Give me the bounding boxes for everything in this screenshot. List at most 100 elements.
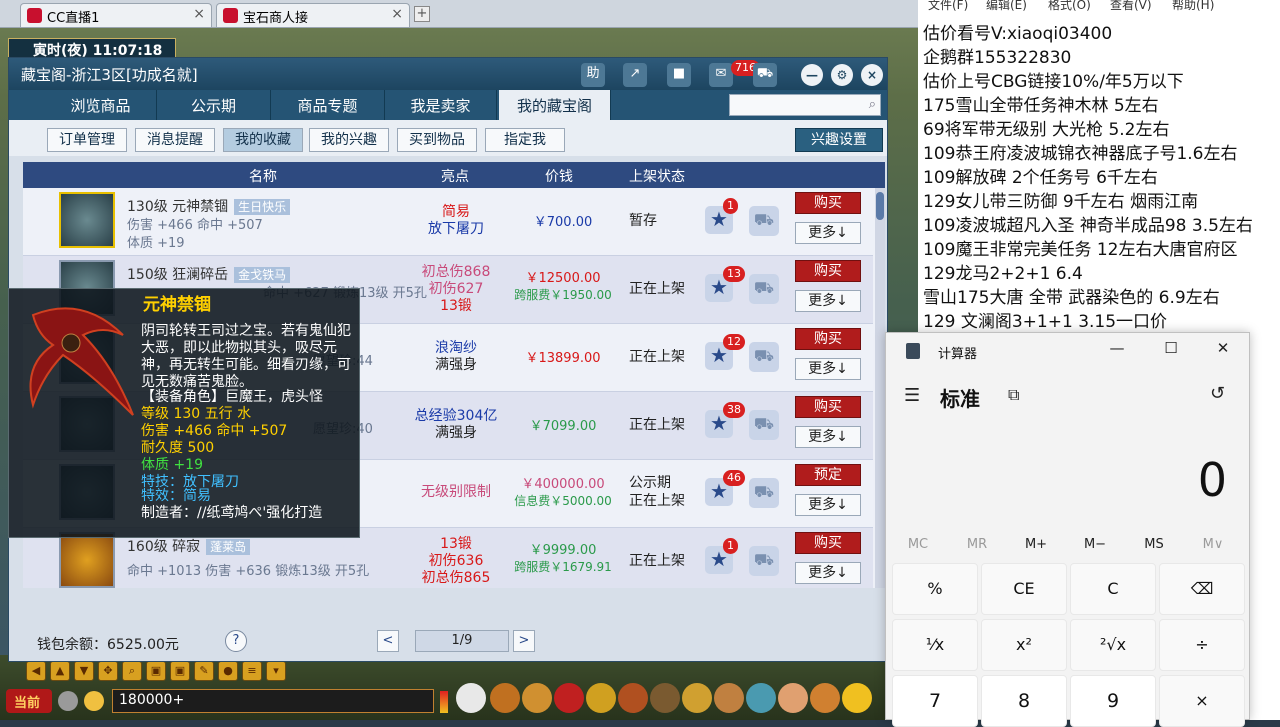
item-icon[interactable] bbox=[554, 683, 584, 713]
percent-button[interactable]: % bbox=[892, 563, 978, 615]
search-input[interactable]: ⌕ bbox=[729, 94, 881, 116]
more-button[interactable]: 更多↓ bbox=[795, 426, 861, 448]
memory-recall-button[interactable]: MR bbox=[952, 537, 1002, 552]
item-icon[interactable] bbox=[650, 683, 680, 713]
subtab-messages[interactable]: 消息提醒 bbox=[135, 128, 215, 152]
subtab-interests[interactable]: 我的兴趣 bbox=[309, 128, 389, 152]
cart-icon[interactable]: ⛟ bbox=[749, 206, 779, 236]
notepad-line[interactable]: 109魔王非常完美任务 12左右大唐官府区 bbox=[923, 235, 1237, 260]
item-icon[interactable] bbox=[490, 683, 520, 713]
settings-icon[interactable]: ⚙ bbox=[831, 64, 853, 86]
notepad-line[interactable]: 129女儿带三防御 9千左右 烟雨江南 bbox=[923, 187, 1198, 212]
clear-button[interactable]: C bbox=[1070, 563, 1156, 615]
new-tab-button[interactable]: + bbox=[414, 6, 430, 22]
menu-view[interactable]: 查看(V) bbox=[1110, 0, 1152, 13]
square-root-button[interactable]: ²√x bbox=[1070, 619, 1156, 671]
menu-edit[interactable]: 编辑(E) bbox=[986, 0, 1027, 13]
pet-icon[interactable] bbox=[456, 683, 486, 713]
arrow-down-icon[interactable]: ▼ bbox=[74, 661, 94, 681]
menu-help[interactable]: 帮助(H) bbox=[1172, 0, 1214, 13]
tab-topics[interactable]: 商品专题 bbox=[271, 90, 385, 120]
notepad-line[interactable]: 企鹅群155322830 bbox=[923, 43, 1071, 68]
zoom-icon[interactable]: ⌕ bbox=[122, 661, 142, 681]
tab-public-period[interactable]: 公示期 bbox=[157, 90, 271, 120]
digit-7-button[interactable]: 7 bbox=[892, 675, 978, 727]
browser-tab-gem-merchant[interactable]: 宝石商人接 × bbox=[216, 3, 410, 27]
interest-settings-button[interactable]: 兴趣设置 bbox=[795, 128, 883, 152]
chat-input[interactable]: 180000+ bbox=[112, 689, 434, 713]
reserve-button[interactable]: 预定 bbox=[795, 464, 861, 486]
tab-my-pavilion[interactable]: 我的藏宝阁 bbox=[499, 90, 611, 120]
buy-button[interactable]: 购买 bbox=[795, 532, 861, 554]
item-icon[interactable] bbox=[778, 683, 808, 713]
lock-icon[interactable]: ▣ bbox=[170, 661, 190, 681]
more-button[interactable]: 更多↓ bbox=[795, 494, 861, 516]
buy-button[interactable]: 购买 bbox=[795, 192, 861, 214]
clear-entry-button[interactable]: CE bbox=[981, 563, 1067, 615]
channel-current[interactable]: 当前 bbox=[6, 689, 52, 713]
keep-on-top-icon[interactable]: ⧉ bbox=[1008, 385, 1019, 405]
close-icon[interactable]: × bbox=[391, 6, 403, 22]
minimize-icon[interactable]: — bbox=[801, 64, 823, 86]
cart-icon[interactable]: ⛟ bbox=[753, 63, 777, 87]
item-icon[interactable] bbox=[682, 683, 712, 713]
tab-browse[interactable]: 浏览商品 bbox=[45, 90, 157, 120]
minimize-icon[interactable]: — bbox=[1102, 339, 1132, 357]
memory-clear-button[interactable]: MC bbox=[893, 537, 943, 552]
divide-button[interactable]: ÷ bbox=[1159, 619, 1245, 671]
cart-icon[interactable]: ⛟ bbox=[749, 274, 779, 304]
notepad-line[interactable]: 雪山175大唐 全带 武器染色的 6.9左右 bbox=[923, 283, 1220, 308]
notepad-line[interactable]: 109凌波城超凡入圣 神奇半成品98 3.5左右 bbox=[923, 211, 1253, 236]
search-icon[interactable]: ⌕ bbox=[869, 97, 876, 112]
menu-format[interactable]: 格式(O) bbox=[1048, 0, 1091, 13]
cart-icon[interactable]: ⛟ bbox=[749, 342, 779, 372]
prev-page-button[interactable]: < bbox=[377, 630, 399, 652]
move-icon[interactable]: ✥ bbox=[98, 661, 118, 681]
memory-store-button[interactable]: MS bbox=[1129, 537, 1179, 552]
backspace-button[interactable]: ⌫ bbox=[1159, 563, 1245, 615]
reciprocal-button[interactable]: ¹⁄x bbox=[892, 619, 978, 671]
close-icon[interactable]: × bbox=[861, 64, 883, 86]
next-page-button[interactable]: > bbox=[513, 630, 535, 652]
more-button[interactable]: 更多↓ bbox=[795, 358, 861, 380]
memory-subtract-button[interactable]: M− bbox=[1070, 537, 1120, 552]
tab-seller[interactable]: 我是卖家 bbox=[385, 90, 497, 120]
notepad-line[interactable]: 129龙马2+2+1 6.4 bbox=[923, 259, 1083, 284]
item-thumbnail[interactable] bbox=[59, 532, 115, 588]
item-icon[interactable] bbox=[586, 683, 616, 713]
cart-icon[interactable]: ⛟ bbox=[749, 410, 779, 440]
item-icon[interactable] bbox=[522, 683, 552, 713]
lock-icon[interactable]: ▣ bbox=[146, 661, 166, 681]
brush-icon[interactable]: ✎ bbox=[194, 661, 214, 681]
table-row[interactable]: 130级 元神禁锢 生日快乐 伤害 +466 命中 +507 体质 +19 简易 … bbox=[23, 188, 873, 256]
item-icon[interactable] bbox=[618, 683, 648, 713]
notepad-line[interactable]: 估价上号CBG链接10%/年5万以下 bbox=[923, 67, 1184, 92]
more-button[interactable]: 更多↓ bbox=[795, 290, 861, 312]
emoji-icon[interactable] bbox=[84, 691, 104, 711]
cart-icon[interactable]: ⛟ bbox=[749, 478, 779, 508]
maximize-icon[interactable]: ☐ bbox=[1156, 339, 1186, 357]
item-icon[interactable] bbox=[746, 683, 776, 713]
subtab-orders[interactable]: 订单管理 bbox=[47, 128, 127, 152]
notepad-line[interactable]: 109恭王府凌波城锦衣神器底子号1.6左右 bbox=[923, 139, 1237, 164]
more-button[interactable]: 更多↓ bbox=[795, 222, 861, 244]
item-icon[interactable] bbox=[842, 683, 872, 713]
notepad-line[interactable]: 175雪山全带任务神木林 5左右 bbox=[923, 91, 1159, 116]
microphone-icon[interactable] bbox=[58, 691, 78, 711]
menu-file[interactable]: 文件(F) bbox=[928, 0, 968, 13]
digit-9-button[interactable]: 9 bbox=[1070, 675, 1156, 727]
subtab-designated[interactable]: 指定我 bbox=[485, 128, 565, 152]
share-icon[interactable]: ↗ bbox=[623, 63, 647, 87]
memory-list-button[interactable]: M∨ bbox=[1188, 537, 1238, 552]
square-button[interactable]: x² bbox=[981, 619, 1067, 671]
table-scrollbar[interactable] bbox=[875, 188, 885, 588]
item-thumbnail[interactable] bbox=[59, 192, 115, 248]
chat-icon[interactable]: ✉ bbox=[709, 63, 733, 87]
list-icon[interactable]: ≡ bbox=[242, 661, 262, 681]
item-icon[interactable] bbox=[810, 683, 840, 713]
arrow-left-icon[interactable]: ◀ bbox=[26, 661, 46, 681]
subtab-purchased[interactable]: 买到物品 bbox=[397, 128, 477, 152]
buy-button[interactable]: 购买 bbox=[795, 396, 861, 418]
buy-button[interactable]: 购买 bbox=[795, 328, 861, 350]
buy-button[interactable]: 购买 bbox=[795, 260, 861, 282]
